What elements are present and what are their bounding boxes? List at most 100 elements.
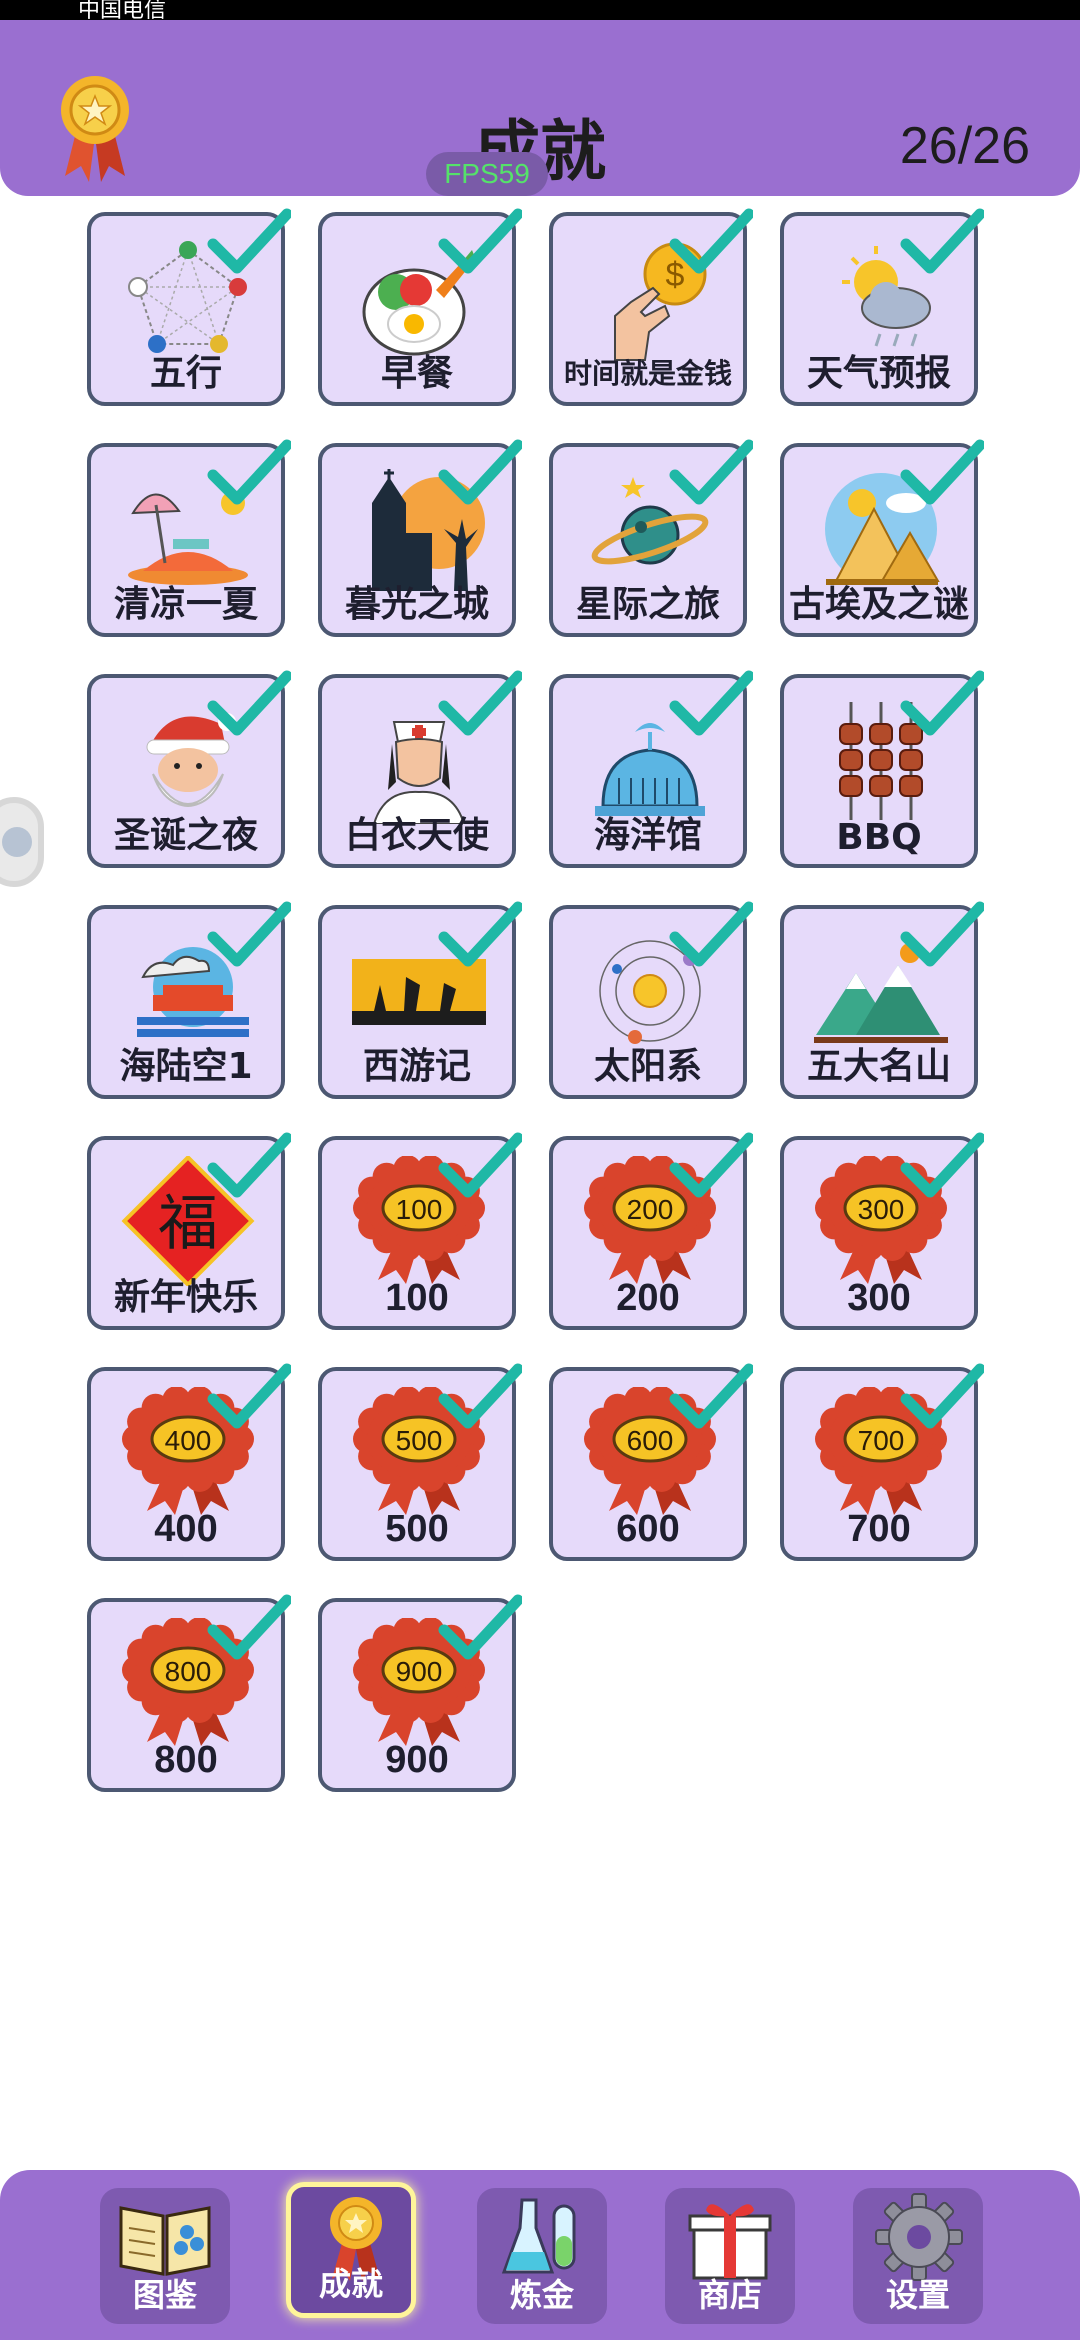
checkmark-icon: [207, 899, 293, 969]
svg-text:200: 200: [627, 1194, 674, 1225]
checkmark-icon: [669, 668, 755, 738]
achievement-tile[interactable]: 500 500: [318, 1363, 524, 1561]
svg-text:800: 800: [165, 1656, 212, 1687]
flask-icon: [492, 2192, 592, 2282]
checkmark-icon: [669, 1130, 755, 1200]
bottom-nav: 图鉴 成就 炼金 商店 设置: [0, 2170, 1080, 2340]
checkmark-icon: [900, 1361, 986, 1431]
nav-item-book[interactable]: 图鉴: [100, 2188, 230, 2324]
achievement-label: 700: [847, 1508, 911, 1550]
checkmark-icon: [669, 899, 755, 969]
nav-label: 成就: [318, 2265, 383, 2303]
achievement-label: 900: [385, 1739, 449, 1781]
achievement-tile[interactable]: 古埃及之谜: [780, 439, 986, 637]
nav-label: 设置: [885, 2276, 950, 2314]
checkmark-icon: [207, 1361, 293, 1431]
checkmark-icon: [669, 437, 755, 507]
achievement-label: 西游记: [362, 1046, 471, 1087]
achievement-tile[interactable]: 200 200: [549, 1132, 755, 1330]
nav-item-gift[interactable]: 商店: [665, 2188, 795, 2324]
achievement-label: 太阳系: [593, 1046, 702, 1087]
achievement-label: 300: [847, 1277, 911, 1319]
achievement-tile[interactable]: 400 400: [87, 1363, 293, 1561]
svg-text:600: 600: [627, 1425, 674, 1456]
achievement-label: 600: [616, 1508, 680, 1550]
achievement-tile[interactable]: 福新年快乐: [87, 1132, 293, 1330]
achievement-label: 早餐: [380, 353, 453, 394]
achievement-tile[interactable]: 300 300: [780, 1132, 986, 1330]
checkmark-icon: [207, 1592, 293, 1662]
achievement-label: BBQ: [836, 817, 922, 858]
achievement-tile[interactable]: 五大名山: [780, 901, 986, 1099]
achievement-tile[interactable]: 暮光之城: [318, 439, 524, 637]
book-icon: [115, 2192, 215, 2282]
achievement-label: 圣诞之夜: [113, 815, 258, 856]
achievement-label: 海陆空1: [119, 1046, 253, 1087]
gift-icon: [680, 2192, 780, 2282]
achievement-label: 清凉一夏: [113, 584, 258, 625]
achievement-label: 古埃及之谜: [788, 584, 969, 625]
checkmark-icon: [900, 1130, 986, 1200]
achievement-label: 天气预报: [806, 353, 951, 394]
nav-label: 炼金: [509, 2276, 574, 2314]
achievement-label: 暮光之城: [344, 584, 489, 625]
achievement-tile[interactable]: 700 700: [780, 1363, 986, 1561]
achievement-label: 五大名山: [806, 1046, 951, 1087]
checkmark-icon: [669, 206, 755, 276]
checkmark-icon: [438, 437, 524, 507]
achievement-label: 400: [154, 1508, 218, 1550]
achievement-tile[interactable]: 海洋馆: [549, 670, 755, 868]
nav-item-gear[interactable]: 设置: [853, 2188, 983, 2324]
achievement-tile[interactable]: 900 900: [318, 1594, 524, 1792]
achievement-tile[interactable]: 圣诞之夜: [87, 670, 293, 868]
svg-text:900: 900: [396, 1656, 443, 1687]
nav-label: 图鉴: [132, 2276, 197, 2314]
achievement-tile[interactable]: $ 时间就是金钱: [549, 208, 755, 406]
progress-count: 26/26: [899, 117, 1030, 175]
achievement-tile[interactable]: BBQ: [780, 670, 986, 868]
achievement-tile[interactable]: 早餐: [318, 208, 524, 406]
checkmark-icon: [438, 1361, 524, 1431]
fps-badge: FPS59: [426, 152, 548, 196]
achievement-tile[interactable]: 太阳系: [549, 901, 755, 1099]
checkmark-icon: [207, 668, 293, 738]
achievement-tile[interactable]: 100 100: [318, 1132, 524, 1330]
achievement-tile[interactable]: 800 800: [87, 1594, 293, 1792]
achievement-tile[interactable]: 白衣天使: [318, 670, 524, 868]
nav-item-flask[interactable]: 炼金: [477, 2188, 607, 2324]
checkmark-icon: [207, 437, 293, 507]
achievement-tile[interactable]: 西游记: [318, 901, 524, 1099]
checkmark-icon: [669, 1361, 755, 1431]
achievement-label: 100: [385, 1277, 449, 1319]
achievements-screen: 中国电信 成就 26/26 FPS59 五行 早餐 $ 时间就是金钱天气预报清凉一夏 暮…: [0, 0, 1080, 2340]
achievement-label: 五行: [149, 353, 222, 394]
checkmark-icon: [438, 206, 524, 276]
achievement-tile[interactable]: 600 600: [549, 1363, 755, 1561]
status-bar: 中国电信: [0, 0, 1080, 23]
achievement-label: 白衣天使: [344, 815, 489, 856]
floating-side-handle[interactable]: [0, 797, 44, 887]
achievement-label: 海洋馆: [593, 815, 702, 856]
svg-text:300: 300: [858, 1194, 905, 1225]
checkmark-icon: [438, 1130, 524, 1200]
achievement-tile[interactable]: 天气预报: [780, 208, 986, 406]
achievement-tile[interactable]: 清凉一夏: [87, 439, 293, 637]
svg-text:100: 100: [396, 1194, 443, 1225]
checkmark-icon: [900, 668, 986, 738]
achievement-label: 800: [154, 1739, 218, 1781]
nav-item-medal[interactable]: 成就: [286, 2182, 416, 2318]
checkmark-icon: [207, 1130, 293, 1200]
nav-label: 商店: [697, 2276, 762, 2314]
achievement-label: 200: [616, 1277, 680, 1319]
achievement-label: 时间就是金钱: [563, 357, 732, 390]
checkmark-icon: [438, 668, 524, 738]
achievement-tile[interactable]: 星际之旅: [549, 439, 755, 637]
achievement-label: 500: [385, 1508, 449, 1550]
achievement-tile[interactable]: 海陆空1: [87, 901, 293, 1099]
svg-text:400: 400: [165, 1425, 212, 1456]
achievement-label: 新年快乐: [113, 1277, 258, 1318]
checkmark-icon: [900, 899, 986, 969]
svg-text:700: 700: [858, 1425, 905, 1456]
checkmark-icon: [900, 437, 986, 507]
achievement-tile[interactable]: 五行: [87, 208, 293, 406]
